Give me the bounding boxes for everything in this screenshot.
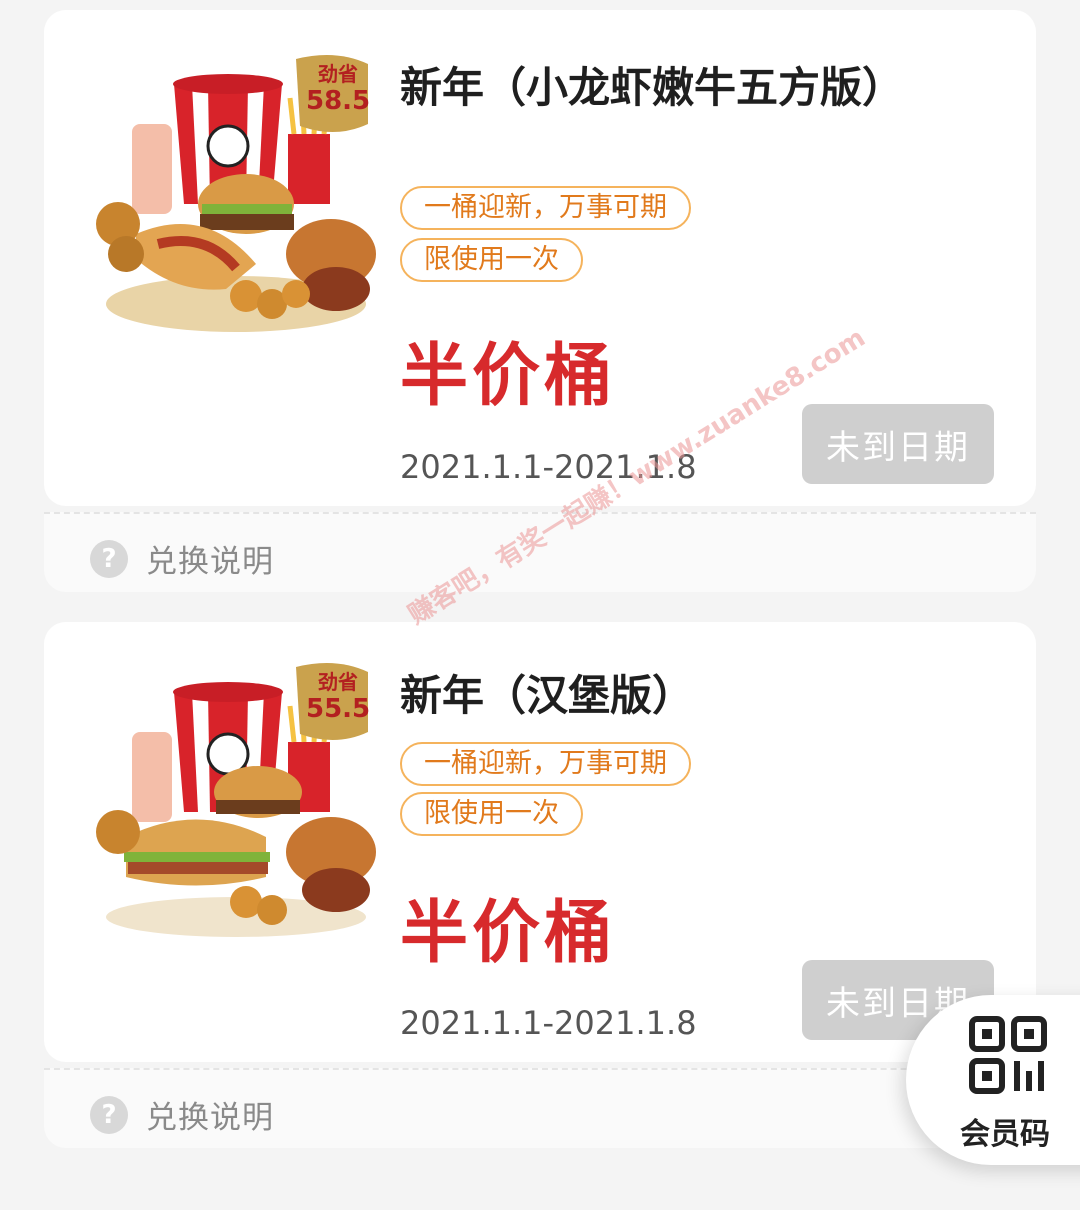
redeem-instructions-link[interactable]: ? 兑换说明 — [90, 1092, 274, 1137]
coupon-card[interactable]: 劲省 58.5 新年（小龙虾嫩牛五方版） 一桶迎新，万事可期 限使用一次 半价桶… — [44, 10, 1036, 506]
redeem-instructions-label: 兑换说明 — [146, 544, 274, 580]
coupon-footer: ? 兑换说明 — [44, 512, 1036, 592]
question-icon: ? — [90, 1095, 128, 1134]
member-code-button[interactable]: 会员码 — [906, 995, 1080, 1165]
coupon-tag: 一桶迎新，万事可期 — [400, 742, 691, 786]
savings-badge-label: 劲省 — [318, 670, 358, 694]
member-code-label: 会员码 — [960, 1117, 1050, 1152]
coupon-footer: ? 兑换说明 — [44, 1068, 1036, 1148]
savings-badge: 劲省 58.5 — [306, 58, 370, 115]
price-label: 半价桶 — [400, 894, 617, 973]
redeem-instructions-link[interactable]: ? 兑换说明 — [90, 536, 274, 581]
coupon-tag: 限使用一次 — [400, 238, 583, 282]
date-range: 2021.1.1-2021.1.8 — [400, 1004, 697, 1042]
savings-badge-amount: 58.5 — [306, 86, 371, 116]
coupon-tag: 一桶迎新，万事可期 — [400, 186, 691, 230]
redeem-instructions-label: 兑换说明 — [146, 1100, 274, 1136]
coupon-title: 新年（小龙虾嫩牛五方版） — [400, 63, 905, 112]
coupon-title: 新年（汉堡版） — [400, 671, 695, 720]
savings-badge-label: 劲省 — [318, 62, 358, 86]
question-icon: ? — [90, 539, 128, 578]
coupon-tag: 限使用一次 — [400, 792, 583, 836]
date-range: 2021.1.1-2021.1.8 — [400, 448, 697, 486]
qr-code-icon — [969, 1016, 1047, 1094]
price-label: 半价桶 — [400, 337, 617, 416]
coupon-card[interactable]: 劲省 55.5 新年（汉堡版） 一桶迎新，万事可期 限使用一次 半价桶 2021… — [44, 622, 1036, 1062]
not-yet-valid-button[interactable]: 未到日期 — [802, 404, 994, 484]
savings-badge-amount: 55.5 — [306, 694, 371, 724]
savings-badge: 劲省 55.5 — [306, 666, 370, 723]
